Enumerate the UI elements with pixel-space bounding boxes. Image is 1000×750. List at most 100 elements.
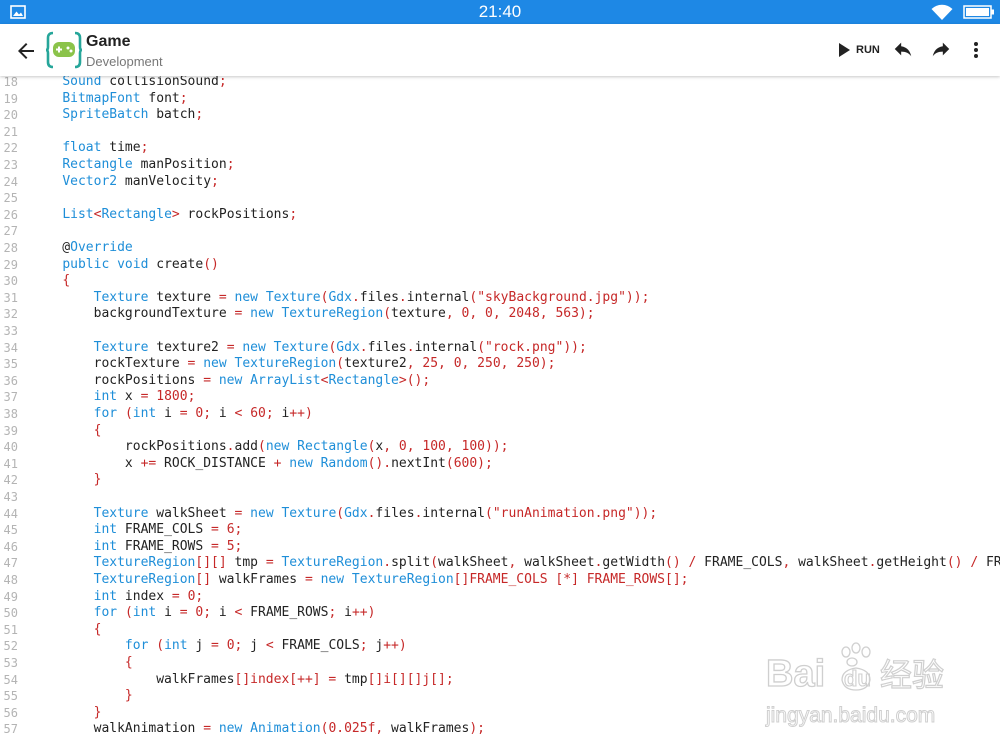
line-number: 47 xyxy=(3,556,18,571)
more-vert-icon[interactable] xyxy=(966,38,986,62)
code-text: int FRAME_COLS = 6; xyxy=(93,522,243,538)
app-subtitle: Development xyxy=(86,54,163,69)
watermark-url: jingyan.baidu.com xyxy=(765,704,935,727)
code-text: rockTexture = new TextureRegion(texture2… xyxy=(31,356,556,372)
line-number: 34 xyxy=(3,340,18,355)
play-icon xyxy=(839,43,850,57)
line-number: 48 xyxy=(3,573,18,587)
code-line: 40 rockPositions.add(new Rectangle(x, 0,… xyxy=(0,439,1000,456)
wifi-icon xyxy=(931,4,953,20)
code-line: 23 Rectangle manPosition; xyxy=(0,157,1000,174)
code-text: { xyxy=(93,422,102,438)
code-line: 44 Texture walkSheet = new Texture(Gdx.f… xyxy=(0,506,1000,523)
app-logo-icon xyxy=(46,31,82,69)
line-number: 35 xyxy=(3,357,18,372)
code-text: backgroundTexture = new TextureRegion(te… xyxy=(31,306,595,322)
code-line: 32 backgroundTexture = new TextureRegion… xyxy=(0,306,1000,323)
line-number: 56 xyxy=(3,705,18,720)
code-line: 30 { xyxy=(0,273,1000,290)
code-line: 37 int x = 1800; xyxy=(0,389,1000,406)
line-number: 37 xyxy=(3,390,18,405)
code-text: public void create() xyxy=(62,256,219,272)
code-line: 24 Vector2 manVelocity; xyxy=(0,174,1000,191)
code-line: 21 xyxy=(0,124,1000,141)
code-line: 51 { xyxy=(0,622,1000,639)
code-text: } xyxy=(124,688,133,704)
watermark-brand-suffix: du xyxy=(844,666,871,691)
line-number: 57 xyxy=(3,722,18,737)
code-line: 36 rockPositions = new ArrayList<Rectang… xyxy=(0,373,1000,390)
back-arrow-icon[interactable] xyxy=(14,39,38,63)
code-line: 18 Sound collisionSound; xyxy=(0,74,1000,91)
line-number: 18 xyxy=(3,75,18,89)
line-number: 27 xyxy=(3,224,18,239)
code-text: x += ROCK_DISTANCE + new Random().nextIn… xyxy=(31,455,493,471)
line-number: 29 xyxy=(3,257,18,272)
code-line: 43 xyxy=(0,489,1000,506)
code-text: } xyxy=(93,704,102,720)
code-text: float time; xyxy=(62,140,149,156)
line-number: 53 xyxy=(3,656,18,670)
line-number: 22 xyxy=(3,141,18,156)
code-text: Texture texture2 = new Texture(Gdx.files… xyxy=(93,339,587,355)
line-number: 30 xyxy=(3,274,18,289)
run-label: RUN xyxy=(856,44,880,56)
code-text: for (int i = 0; i < FRAME_ROWS; i++) xyxy=(93,605,376,621)
watermark-product: 经验 xyxy=(880,656,944,694)
code-line: 50 for (int i = 0; i < FRAME_ROWS; i++) xyxy=(0,605,1000,622)
code-text: BitmapFont font; xyxy=(62,90,188,106)
code-text: walkAnimation = new Animation(0.025f, wa… xyxy=(31,721,485,737)
code-text: { xyxy=(62,273,71,289)
run-button[interactable]: RUN xyxy=(836,38,880,62)
code-line: 29 public void create() xyxy=(0,257,1000,274)
code-text: int x = 1800; xyxy=(93,389,196,405)
code-line: 27 xyxy=(0,223,1000,240)
app-title: Game xyxy=(86,33,131,50)
code-text: @Override xyxy=(31,240,133,255)
line-number: 26 xyxy=(3,207,18,222)
line-number: 55 xyxy=(3,689,18,704)
code-line: 25 xyxy=(0,190,1000,207)
line-number: 43 xyxy=(3,490,18,504)
line-number: 21 xyxy=(3,124,18,139)
code-line: 33 xyxy=(0,323,1000,340)
code-line: 41 x += ROCK_DISTANCE + new Random().nex… xyxy=(0,456,1000,473)
line-number: 32 xyxy=(3,307,18,322)
code-text: Texture walkSheet = new Texture(Gdx.file… xyxy=(93,505,658,521)
code-text: { xyxy=(93,621,102,637)
undo-icon[interactable] xyxy=(892,38,914,60)
redo-icon[interactable] xyxy=(930,38,952,60)
line-number: 50 xyxy=(3,606,18,621)
line-number: 39 xyxy=(3,423,18,438)
code-text: Vector2 manVelocity; xyxy=(62,173,219,189)
code-line: 39 { xyxy=(0,423,1000,440)
code-text: rockPositions.add(new Rectangle(x, 0, 10… xyxy=(31,439,509,455)
code-line: 26 List<Rectangle> rockPositions; xyxy=(0,207,1000,224)
line-number: 38 xyxy=(3,407,18,421)
status-bar: 21:40 xyxy=(0,0,1000,24)
code-text: rockPositions = new ArrayList<Rectangle>… xyxy=(31,372,431,388)
code-text: Sound collisionSound; xyxy=(62,74,227,89)
code-line: 45 int FRAME_COLS = 6; xyxy=(0,522,1000,539)
code-line: 48 TextureRegion[] walkFrames = new Text… xyxy=(0,572,1000,589)
line-number: 46 xyxy=(3,539,18,554)
code-text: Texture texture = new Texture(Gdx.files.… xyxy=(93,289,650,305)
code-line: 34 Texture texture2 = new Texture(Gdx.fi… xyxy=(0,340,1000,357)
line-number: 28 xyxy=(3,241,18,255)
app-bar: Game Development RUN xyxy=(0,24,1000,76)
code-line: 49 int index = 0; xyxy=(0,589,1000,606)
line-number: 41 xyxy=(3,456,18,471)
baidu-jingyan-watermark: Bai du 经验 jingyan.baidu.com xyxy=(765,642,945,728)
code-text: int index = 0; xyxy=(93,588,204,604)
code-line: 19 BitmapFont font; xyxy=(0,91,1000,108)
line-number: 45 xyxy=(3,523,18,538)
code-text: SpriteBatch batch; xyxy=(62,107,204,123)
line-number: 23 xyxy=(3,158,18,172)
clock: 21:40 xyxy=(478,2,522,21)
code-text: } xyxy=(93,472,102,488)
line-number: 33 xyxy=(3,324,18,338)
line-number: 40 xyxy=(3,440,18,455)
code-line: 47 TextureRegion[][] tmp = TextureRegion… xyxy=(0,555,1000,572)
line-number: 36 xyxy=(3,373,18,388)
code-line: 22 float time; xyxy=(0,140,1000,157)
